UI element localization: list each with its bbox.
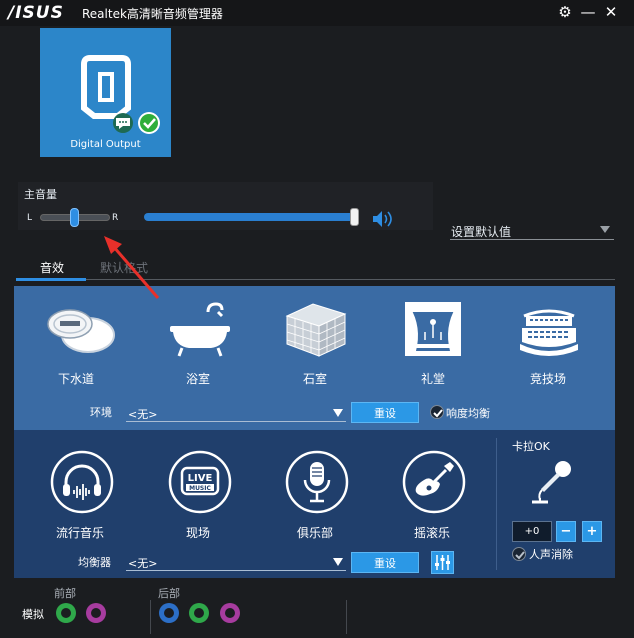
- eq-live[interactable]: LIVE MUSIC 现场: [168, 450, 232, 540]
- equalizer-reset-button[interactable]: 重设: [351, 552, 419, 573]
- active-tab-indicator: [16, 278, 86, 281]
- guitar-icon: [402, 450, 466, 514]
- rear-jack-green[interactable]: [189, 603, 209, 623]
- headphones-icon: [50, 450, 114, 514]
- env-arena[interactable]: 竞技场: [518, 300, 580, 386]
- realtek-audio-manager-window: /ISUS Realtek高清晰音频管理器 ⚙ — ✕ Digital Outp…: [0, 0, 634, 638]
- environment-label: 环境: [90, 406, 112, 419]
- env-label: 竞技场: [529, 372, 566, 386]
- asus-logo: /ISUS: [8, 3, 64, 23]
- volume-slider-handle[interactable]: [350, 208, 359, 226]
- rear-panel-label: 后部: [158, 587, 180, 600]
- default-settings-value: 设置默认值: [451, 225, 512, 239]
- device-card-digital-output[interactable]: Digital Output: [40, 28, 171, 157]
- dropdown-arrow-icon: [600, 226, 610, 233]
- connector-divider: [150, 600, 151, 634]
- settings-gear-icon[interactable]: ⚙: [555, 2, 575, 22]
- karaoke-microphone-icon: [532, 461, 571, 504]
- connector-divider: [346, 600, 347, 634]
- eq-label: 摇滚乐: [413, 526, 450, 540]
- karaoke-divider: [496, 438, 497, 570]
- default-device-check-icon: [138, 112, 160, 134]
- main-volume-panel: 主音量 L R: [18, 182, 433, 230]
- karaoke-plus-button[interactable]: +: [582, 521, 602, 542]
- microphone-icon: [285, 450, 349, 514]
- eq-club[interactable]: 俱乐部: [285, 450, 349, 540]
- analog-label: 模拟: [22, 608, 44, 621]
- rear-jack-blue[interactable]: [159, 603, 179, 623]
- default-settings-dropdown[interactable]: 设置默认值: [450, 220, 614, 240]
- equalizer-settings-button[interactable]: [431, 551, 454, 574]
- front-jack-pink[interactable]: [86, 603, 106, 623]
- loudness-eq-checkbox[interactable]: [430, 405, 444, 419]
- env-stone-room[interactable]: 石室: [285, 300, 347, 386]
- stone-room-icon: [285, 303, 347, 357]
- eq-label: 俱乐部: [296, 526, 333, 540]
- env-bathroom[interactable]: 浴室: [168, 300, 232, 386]
- environment-value: <无>: [128, 408, 158, 421]
- env-label: 浴室: [185, 372, 210, 386]
- equalizer-sliders-icon: [435, 555, 450, 570]
- env-sewer-pipe[interactable]: 下水道: [46, 300, 116, 386]
- equalizer-dropdown[interactable]: <无>: [126, 553, 346, 571]
- balance-left-label: L: [27, 213, 33, 223]
- speaker-icon[interactable]: [372, 210, 394, 228]
- rear-jack-pink[interactable]: [220, 603, 240, 623]
- digital-output-device-icon: [81, 55, 160, 134]
- tab-sound-effects[interactable]: 音效: [40, 259, 64, 276]
- vocal-cancel-checkbox[interactable]: [512, 547, 526, 561]
- live-music-icon: LIVE MUSIC: [168, 450, 232, 514]
- bathtub-icon: [170, 302, 230, 357]
- checkmark-icon: [433, 409, 443, 418]
- balance-right-label: R: [112, 213, 119, 223]
- device-label: Digital Output: [70, 139, 141, 150]
- karaoke-minus-button[interactable]: −: [556, 521, 576, 542]
- checkmark-icon: [515, 551, 525, 560]
- front-jack-green[interactable]: [56, 603, 76, 623]
- title-bar: /ISUS Realtek高清晰音频管理器 ⚙ — ✕: [0, 0, 634, 26]
- eq-rock[interactable]: 摇滚乐: [402, 450, 466, 540]
- tab-default-format[interactable]: 默认格式: [100, 259, 148, 276]
- window-title: Realtek高清晰音频管理器: [82, 7, 223, 21]
- karaoke-title: 卡拉OK: [512, 440, 550, 453]
- env-auditorium[interactable]: 礼堂: [403, 300, 463, 386]
- stadium-icon: [520, 309, 578, 356]
- environment-dropdown[interactable]: <无>: [126, 404, 346, 422]
- loudness-eq-label: 响度均衡: [446, 407, 490, 420]
- balance-slider-handle[interactable]: [70, 208, 79, 227]
- chat-bubble-icon: [113, 113, 133, 133]
- eq-label: 现场: [185, 526, 210, 540]
- dropdown-arrow-icon: [333, 409, 343, 417]
- eq-label: 流行音乐: [55, 526, 104, 540]
- main-volume-title: 主音量: [24, 188, 57, 201]
- karaoke-pitch-value: +0: [512, 521, 552, 542]
- equalizer-label: 均衡器: [78, 556, 111, 569]
- tab-divider: [86, 279, 615, 280]
- volume-slider-track[interactable]: [144, 213, 356, 221]
- env-label: 石室: [302, 372, 327, 386]
- eq-pop[interactable]: 流行音乐: [50, 450, 114, 540]
- auditorium-stage-icon: [405, 302, 461, 356]
- sewer-pipe-icon: [47, 309, 115, 353]
- vocal-cancel-label: 人声消除: [529, 548, 573, 561]
- close-button[interactable]: ✕: [601, 2, 621, 22]
- front-panel-label: 前部: [54, 587, 76, 600]
- music-text: MUSIC: [189, 485, 211, 492]
- minimize-button[interactable]: —: [578, 2, 598, 22]
- environment-reset-button[interactable]: 重设: [351, 402, 419, 423]
- dropdown-arrow-icon: [333, 558, 343, 566]
- equalizer-value: <无>: [128, 557, 158, 570]
- env-label: 礼堂: [420, 372, 445, 386]
- live-text: LIVE: [188, 473, 213, 484]
- env-label: 下水道: [57, 372, 94, 386]
